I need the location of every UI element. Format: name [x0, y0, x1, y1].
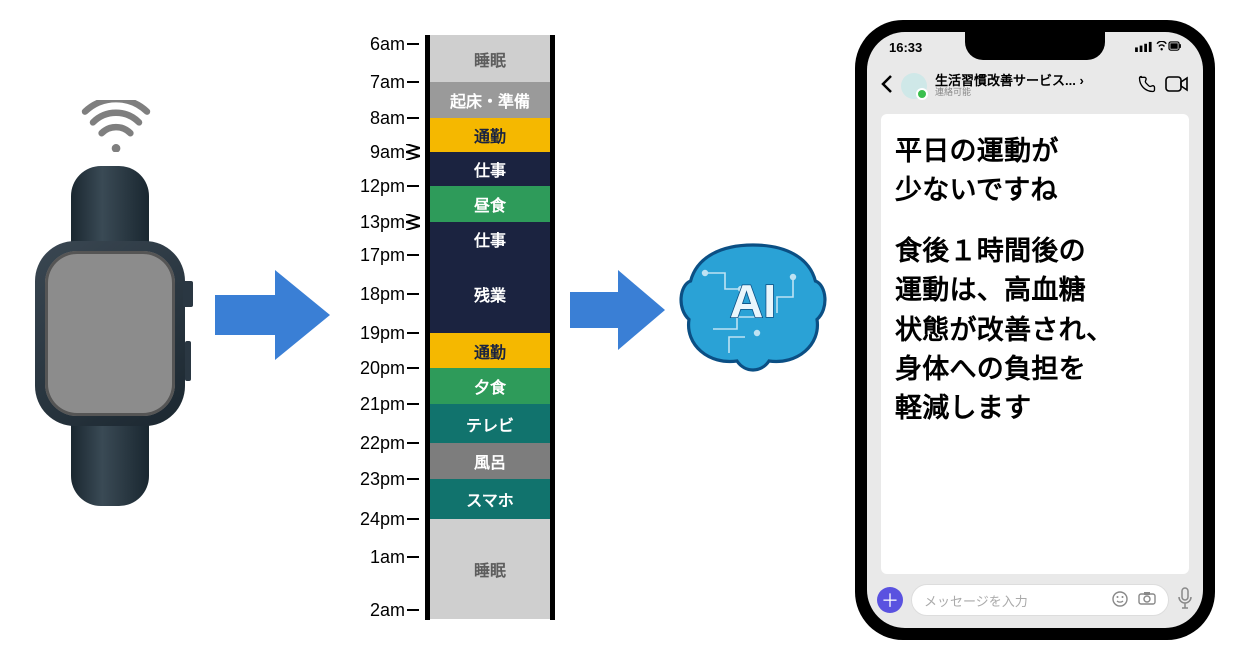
arrow-icon: [570, 270, 665, 355]
time-tick: 9am: [350, 142, 405, 163]
tick-mark: [407, 609, 419, 611]
phone-notch: [965, 32, 1105, 60]
time-tick: 1am: [350, 547, 405, 568]
time-tick: 19pm: [350, 323, 405, 344]
timeline-block: 睡眠: [430, 519, 550, 619]
time-tick: 17pm: [350, 245, 405, 266]
tick-mark: [407, 367, 419, 369]
tick-mark: [407, 442, 419, 444]
time-tick: 13pm: [350, 212, 405, 233]
video-icon[interactable]: [1165, 75, 1189, 98]
smartwatch: [30, 130, 195, 506]
timeline-block: 夕食: [430, 368, 550, 404]
call-icon[interactable]: [1137, 74, 1157, 99]
timeline-block: 起床・準備: [430, 82, 550, 118]
smartphone: 16:33 生活習慣: [855, 20, 1215, 640]
timeline-block: 風呂: [430, 443, 550, 479]
avatar[interactable]: [901, 73, 927, 99]
time-tick: 12pm: [350, 176, 405, 197]
ai-brain-icon: AI: [673, 230, 833, 380]
tick-mark: [407, 293, 419, 295]
timeline-block: 仕事: [430, 222, 550, 255]
time-tick: 18pm: [350, 284, 405, 305]
timeline-block: スマホ: [430, 479, 550, 519]
tick-mark: [407, 254, 419, 256]
time-tick: 20pm: [350, 358, 405, 379]
timeline-block: テレビ: [430, 404, 550, 443]
timeline-block: 睡眠: [430, 35, 550, 82]
timeline-block: 残業: [430, 255, 550, 333]
timeline-block: 仕事: [430, 152, 550, 186]
chat-message: 平日の運動が 少ないですね 食後１時間後の 運動は、高血糖 状態が改善され、 身…: [881, 114, 1189, 574]
tick-mark: [406, 144, 420, 160]
time-tick: 7am: [350, 72, 405, 93]
chat-input-bar: ＋ メッセージを入力: [877, 580, 1193, 620]
arrow-icon: [215, 270, 330, 365]
tick-mark: [407, 43, 419, 45]
tick-mark: [407, 81, 419, 83]
tick-mark: [407, 185, 419, 187]
time-tick: 6am: [350, 34, 405, 55]
time-tick: 21pm: [350, 394, 405, 415]
time-tick: 24pm: [350, 509, 405, 530]
wifi-signal-icon: [80, 100, 152, 157]
timeline-block: 通勤: [430, 118, 550, 152]
chat-title[interactable]: 生活習慣改善サービス... › 連絡可能: [935, 74, 1129, 98]
watch-body: [30, 166, 190, 506]
tick-mark: [407, 556, 419, 558]
tick-mark: [407, 518, 419, 520]
time-tick: 22pm: [350, 433, 405, 454]
status-icons: [1135, 40, 1181, 55]
emoji-icon[interactable]: [1112, 591, 1128, 610]
timeline-block: 昼食: [430, 186, 550, 222]
tick-mark: [407, 332, 419, 334]
status-time: 16:33: [889, 40, 922, 55]
add-button[interactable]: ＋: [877, 587, 903, 613]
time-tick: 23pm: [350, 469, 405, 490]
message-input[interactable]: メッセージを入力: [911, 584, 1169, 616]
mic-icon[interactable]: [1177, 587, 1193, 614]
time-tick: 2am: [350, 600, 405, 621]
tick-mark: [407, 117, 419, 119]
tick-mark: [407, 478, 419, 480]
timeline-column: 睡眠 起床・準備 通勤 仕事 昼食 仕事 残業 通勤 夕食 テレビ 風呂 スマホ…: [425, 35, 555, 620]
ai-label: AI: [730, 275, 776, 327]
tick-mark: [407, 403, 419, 405]
tick-mark: [406, 214, 420, 230]
timeline-block: 通勤: [430, 333, 550, 368]
camera-icon[interactable]: [1138, 591, 1156, 610]
time-tick: 8am: [350, 108, 405, 129]
chat-header: 生活習慣改善サービス... › 連絡可能: [867, 66, 1203, 106]
back-icon[interactable]: [881, 75, 893, 98]
